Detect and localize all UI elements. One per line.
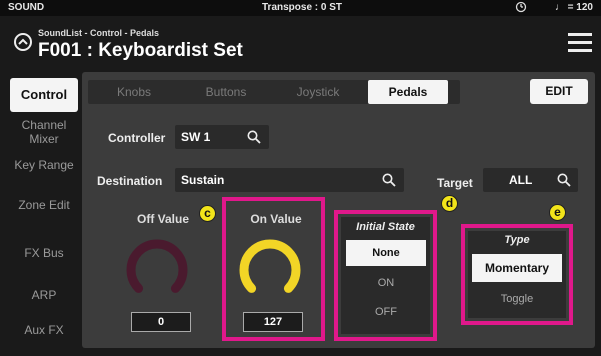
type-title: Type [504,234,530,246]
sidebar-item-control[interactable]: Control [10,78,78,112]
target-search-icon[interactable] [557,173,571,187]
sidebar-item-key-range[interactable]: Key Range [14,158,74,172]
initial-state-option-off[interactable]: OFF [346,299,426,325]
status-bar: SOUND Transpose : 0 ST ♩ = 120 [0,0,601,16]
controller-value: SW 1 [181,130,211,144]
on-value-knob[interactable] [236,236,304,302]
sidebar-item-arp[interactable]: ARP [10,288,78,302]
destination-value: Sustain [181,173,225,187]
callout-d: d [441,195,458,212]
callout-e: e [549,204,566,221]
on-value-readout[interactable]: 127 [243,312,303,332]
metronome-icon[interactable] [515,1,527,16]
controller-search-icon[interactable] [247,130,261,144]
menu-icon[interactable] [568,32,592,52]
breadcrumb: SoundList - Control - Pedals [38,28,159,38]
off-value-label: Off Value [136,212,189,226]
on-value-label: On Value [250,212,302,226]
tab-knobs[interactable]: Knobs [92,80,176,104]
off-value-knob[interactable] [123,236,191,302]
sidebar-item-fx-bus[interactable]: FX Bus [10,246,78,260]
off-value-readout[interactable]: 0 [131,312,191,332]
sidebar-item-aux-fx[interactable]: Aux FX [10,323,78,337]
type-option-momentary[interactable]: Momentary [472,254,562,282]
tab-buttons[interactable]: Buttons [184,80,268,104]
target-label: Target [437,176,473,190]
initial-state-option-none[interactable]: None [346,240,426,266]
mode-label: SOUND [8,2,45,13]
initial-state-title: Initial State [356,221,415,233]
callout-c: c [199,205,216,222]
tab-pedals[interactable]: Pedals [368,80,448,104]
page-title: F001 : Keyboardist Set [38,40,243,61]
tab-joystick[interactable]: Joystick [276,80,360,104]
sidebar-item-zone-edit[interactable]: Zone Edit [14,198,74,212]
tempo-readout[interactable]: ♩ = 120 [555,2,593,13]
controller-label: Controller [108,131,166,145]
edit-button[interactable]: EDIT [530,79,588,104]
sidebar-item-channel-mixer[interactable]: Channel Mixer [8,118,80,146]
destination-label: Destination [97,174,163,188]
destination-field[interactable]: Sustain [175,168,404,192]
destination-search-icon[interactable] [382,173,396,187]
type-option-toggle[interactable]: Toggle [472,286,562,312]
initial-state-option-on[interactable]: ON [346,270,426,296]
target-value: ALL [509,173,533,187]
transpose-readout: Transpose : 0 ST [262,2,343,13]
collapse-up-icon[interactable] [14,33,32,51]
